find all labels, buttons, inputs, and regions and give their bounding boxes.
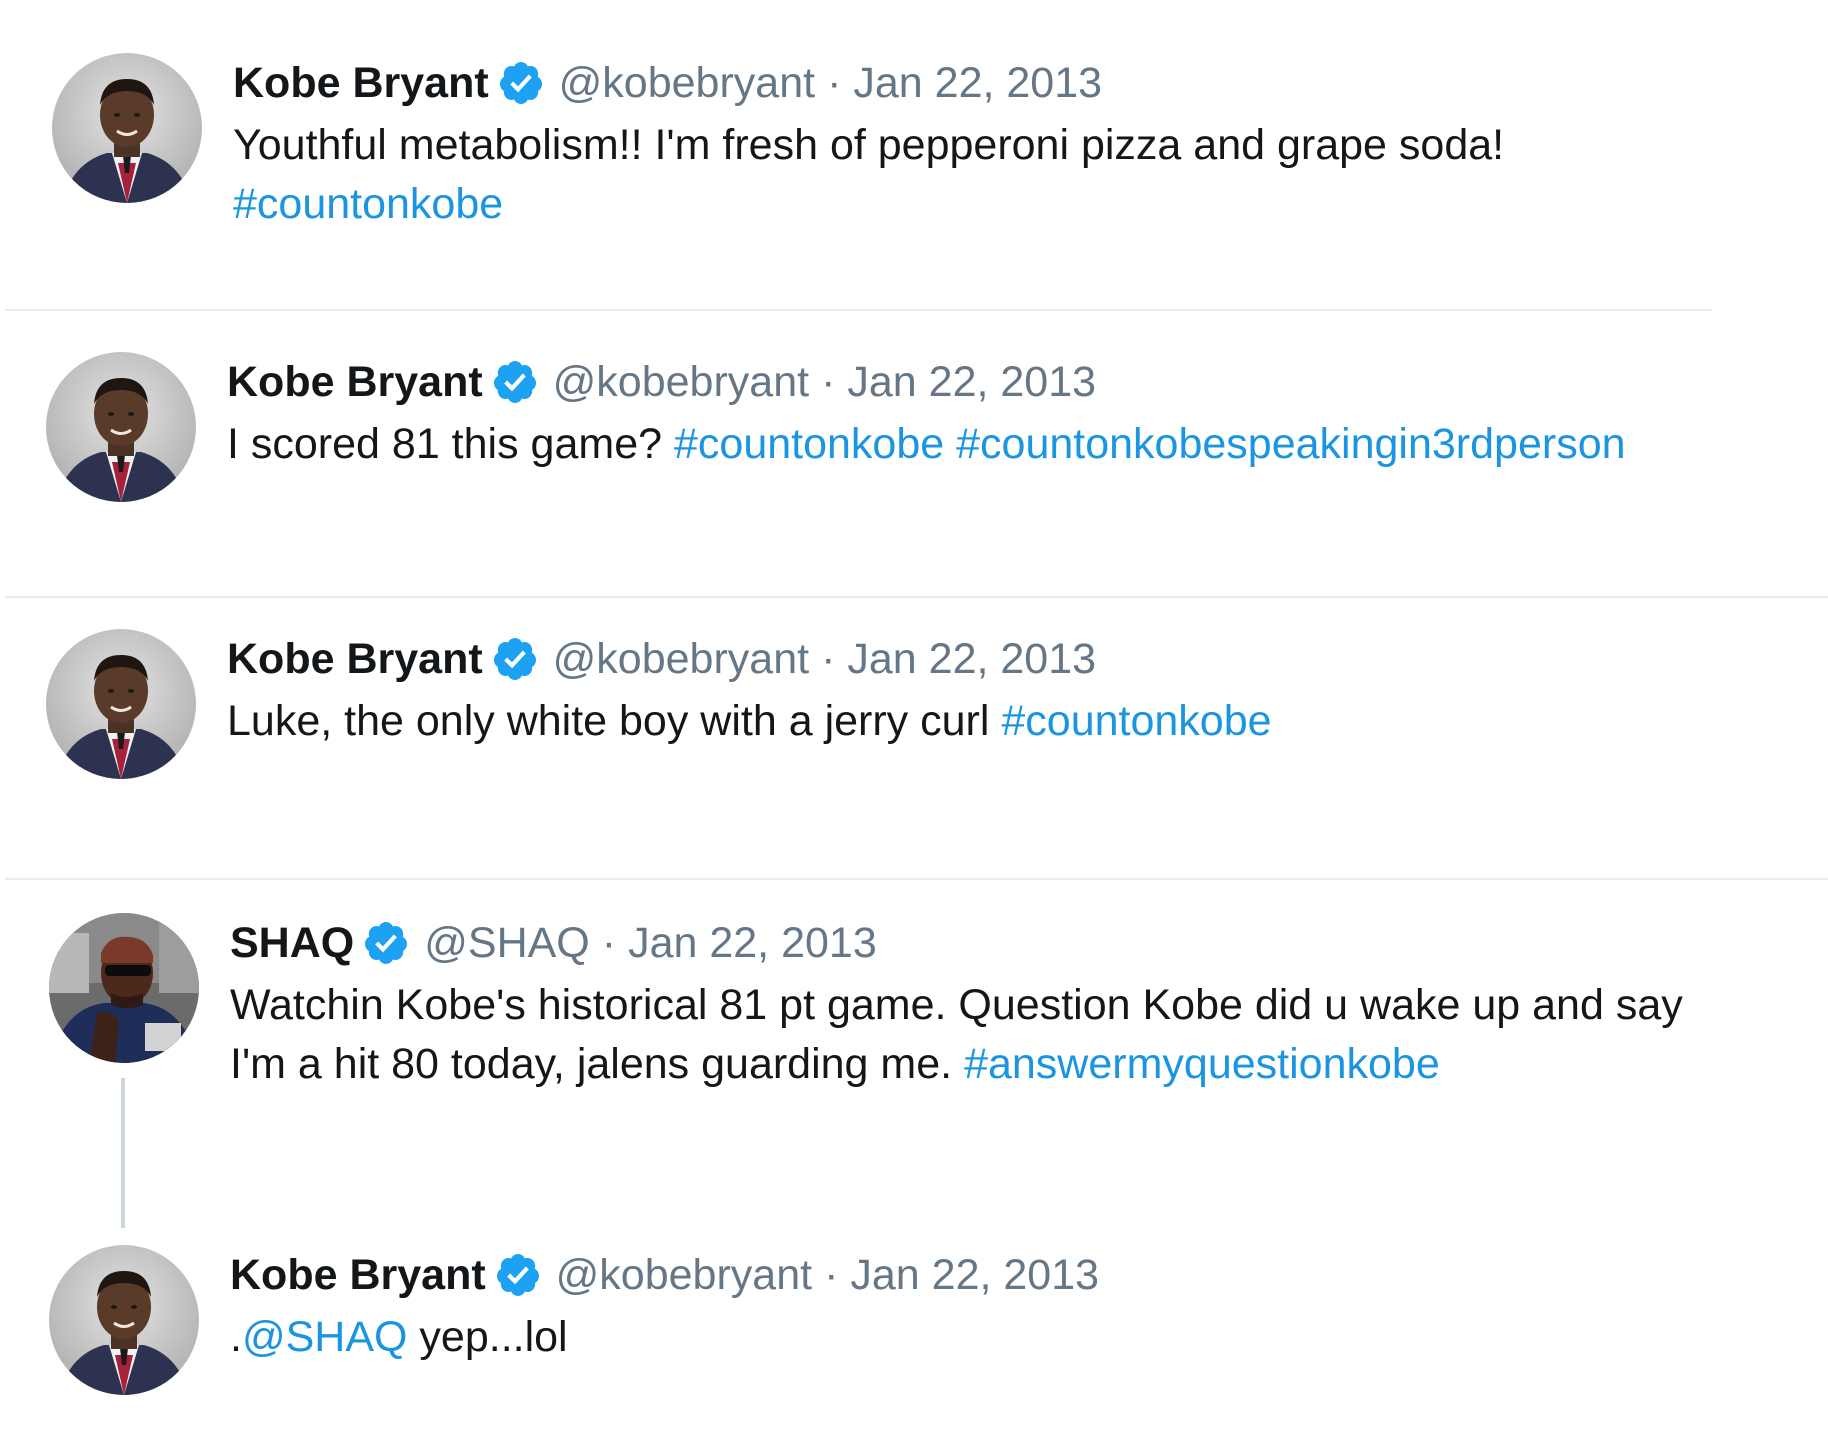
tweet-text-segment: yep...lol <box>407 1313 568 1361</box>
kobe-childhood-photo-avatar-icon <box>49 1245 199 1395</box>
tweet-divider <box>5 878 1828 880</box>
tweet-feed: Kobe Bryant @kobebryant · Jan 22, 2013 Y… <box>0 0 1828 1450</box>
tweet-text-segment: Watchin Kobe's historical 81 pt game. Qu… <box>230 981 1683 1029</box>
hashtag-link[interactable]: #countonkobe <box>233 180 503 228</box>
separator: · <box>827 59 842 107</box>
tweet-date[interactable]: Jan 22, 2013 <box>850 1245 1099 1305</box>
user-handle[interactable]: @kobebryant <box>556 1245 812 1305</box>
tweet-text-segment: I scored 81 this game? <box>227 420 663 468</box>
tweet-divider <box>5 309 1712 311</box>
display-name[interactable]: Kobe Bryant <box>227 352 483 412</box>
display-name[interactable]: Kobe Bryant <box>227 629 483 689</box>
user-handle[interactable]: @kobebryant <box>559 53 815 113</box>
tweet-divider <box>5 596 1828 598</box>
separator: · <box>821 635 836 683</box>
verified-badge-icon <box>491 358 539 406</box>
kobe-childhood-photo-avatar-icon <box>52 53 202 203</box>
tweet-text: Luke, the only white boy with a jerry cu… <box>227 692 1808 751</box>
kobe-childhood-photo-avatar-icon <box>46 629 196 779</box>
hashtag-link[interactable]: #countonkobe <box>1001 697 1271 745</box>
user-handle[interactable]: @kobebryant <box>553 352 809 412</box>
tweet-text-segment: I'm a hit 80 today, jalens guarding me. <box>230 1040 953 1088</box>
tweet-text: .@SHAQ yep...lol <box>230 1308 1808 1367</box>
tweet-date[interactable]: Jan 22, 2013 <box>847 352 1096 412</box>
mention-link[interactable]: @SHAQ <box>242 1313 408 1361</box>
tweet-header: Kobe Bryant @kobebryant · Jan 22, 2013 <box>227 352 1808 412</box>
tweet-date[interactable]: Jan 22, 2013 <box>628 913 877 973</box>
avatar[interactable] <box>46 352 196 502</box>
verified-badge-icon <box>497 59 545 107</box>
avatar[interactable] <box>49 913 199 1063</box>
tweet-text: Watchin Kobe's historical 81 pt game. Qu… <box>230 976 1808 1094</box>
hashtag-link[interactable]: #countonkobespeakingin3rdperson <box>956 420 1625 468</box>
tweet-text-prefix: . <box>230 1313 242 1361</box>
verified-badge-icon <box>494 1251 542 1299</box>
hashtag-link[interactable]: #answermyquestionkobe <box>964 1040 1440 1088</box>
tweet-header: Kobe Bryant @kobebryant · Jan 22, 2013 <box>233 53 1808 113</box>
tweet-text: I scored 81 this game? #countonkobe #cou… <box>227 415 1808 474</box>
separator: · <box>821 358 836 406</box>
display-name[interactable]: SHAQ <box>230 913 354 973</box>
avatar[interactable] <box>52 53 202 203</box>
avatar[interactable] <box>49 1245 199 1395</box>
verified-badge-icon <box>362 919 410 967</box>
tweet-date[interactable]: Jan 22, 2013 <box>853 53 1102 113</box>
kobe-childhood-photo-avatar-icon <box>46 352 196 502</box>
verified-badge-icon <box>491 635 539 683</box>
tweet-text-segment: Luke, the only white boy with a jerry cu… <box>227 697 990 745</box>
avatar[interactable] <box>46 629 196 779</box>
tweet-text-segment: Youthful metabolism!! I'm fresh of peppe… <box>233 121 1505 169</box>
hashtag-link[interactable]: #countonkobe <box>674 420 944 468</box>
tweet-header: Kobe Bryant @kobebryant · Jan 22, 2013 <box>227 629 1808 689</box>
user-handle[interactable]: @kobebryant <box>553 629 809 689</box>
user-handle[interactable]: @SHAQ <box>424 913 590 973</box>
shaq-sunglasses-avatar-icon <box>49 913 199 1063</box>
tweet-text: Youthful metabolism!! I'm fresh of peppe… <box>233 116 1808 234</box>
separator: · <box>601 919 617 967</box>
tweet-header: SHAQ @SHAQ · Jan 22, 2013 <box>230 913 1808 973</box>
display-name[interactable]: Kobe Bryant <box>230 1245 486 1305</box>
separator: · <box>824 1251 839 1299</box>
tweet-date[interactable]: Jan 22, 2013 <box>847 629 1096 689</box>
tweet-header: Kobe Bryant @kobebryant · Jan 22, 2013 <box>230 1245 1808 1305</box>
thread-connector-line <box>121 1078 125 1228</box>
display-name[interactable]: Kobe Bryant <box>233 53 489 113</box>
